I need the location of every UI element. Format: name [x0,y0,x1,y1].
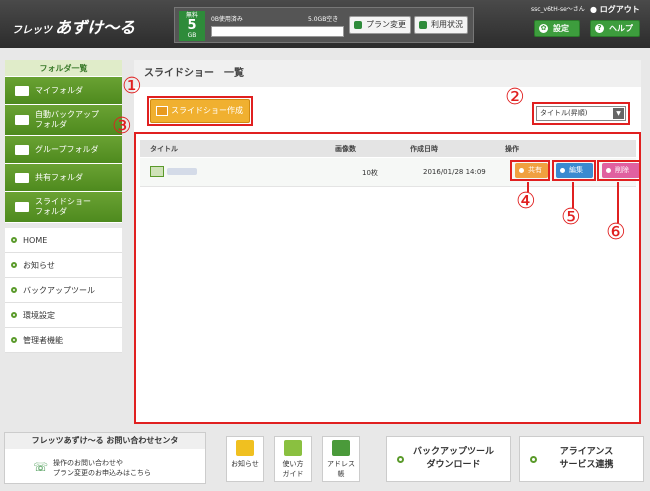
annotation-lines [527,182,619,223]
backup-download-button[interactable]: バックアップツール ダウンロード [386,436,511,482]
address-book-button[interactable]: アドレス帳 [322,436,360,482]
bullet-icon [530,456,537,463]
alliance-service-button[interactable]: アライアンス サービス連携 [519,436,644,482]
contact-box[interactable]: フレッツあずけ〜る お問い合わせセンタ ☏ 操作のお問い合わせや プラン変更のお申… [4,432,206,484]
contact-title: フレッツあずけ〜る お問い合わせセンタ [5,433,205,449]
guide-button[interactable]: 使い方 ガイド [274,436,312,482]
leaf-icon [284,440,302,456]
contact-text: 操作のお問い合わせや プラン変更のお申込みはこちら [53,459,151,477]
phone-icon: ☏ [33,460,49,474]
bullet-icon [397,456,404,463]
notice-button[interactable]: お知らせ [226,436,264,482]
notebook-icon [332,440,350,456]
megaphone-icon [236,440,254,456]
